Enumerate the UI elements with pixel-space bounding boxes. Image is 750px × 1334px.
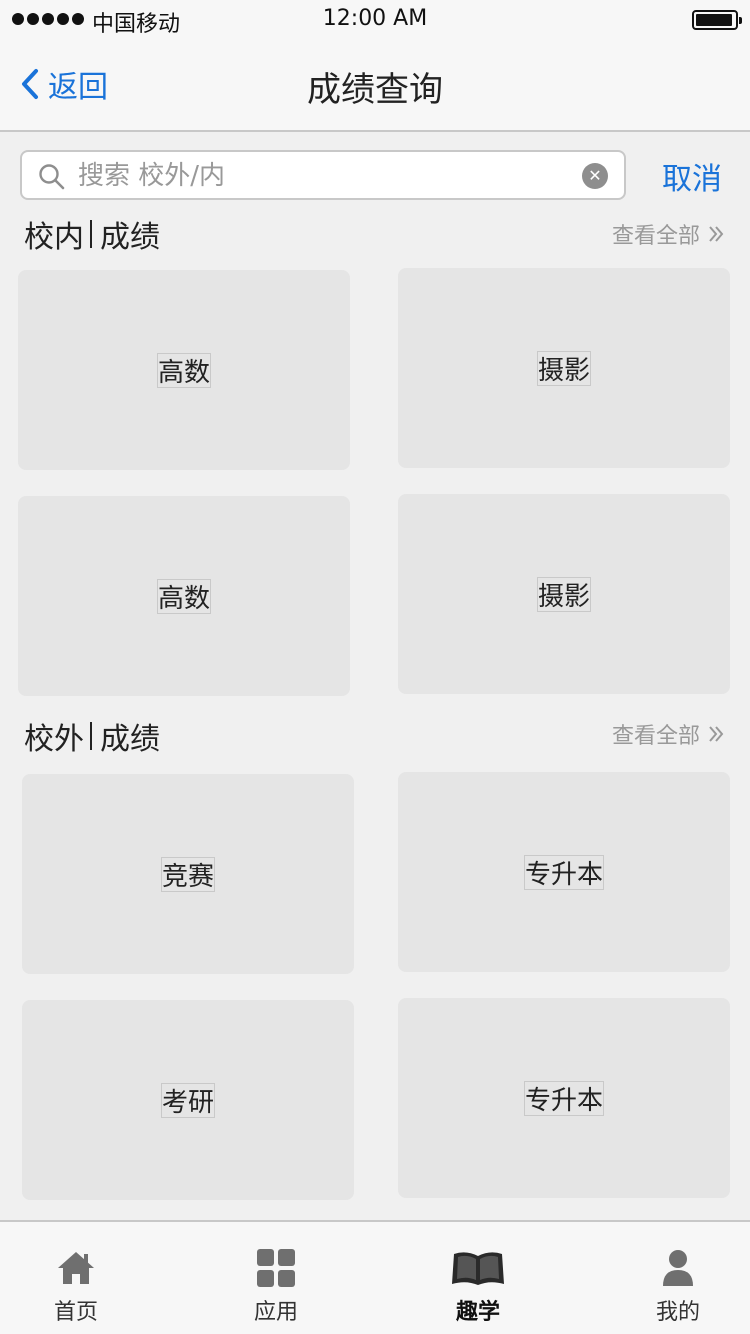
score-card-upgrade[interactable]: 专升本: [398, 772, 730, 972]
score-card-competition[interactable]: 竞赛: [22, 774, 354, 974]
tab-home[interactable]: 首页: [6, 1222, 146, 1334]
view-all-campus-link[interactable]: 查看全部: [612, 218, 724, 250]
section-title-part: 成绩: [100, 220, 160, 255]
card-label: 考研: [160, 1082, 216, 1119]
score-card-upgrade[interactable]: 专升本: [398, 998, 730, 1198]
section-title-external: 校外 成绩: [24, 714, 160, 758]
card-label: 专升本: [523, 1080, 605, 1117]
page-title: 成绩查询: [307, 70, 443, 110]
section-title-part: 校内: [24, 220, 84, 255]
title-divider: [90, 220, 92, 248]
tab-bar: 首页 应用 趣学 我的: [0, 1220, 750, 1334]
section-title-campus: 校内 成绩: [24, 212, 160, 256]
tab-learn[interactable]: 趣学: [408, 1222, 548, 1334]
cancel-button[interactable]: 取消: [662, 154, 722, 198]
card-label: 摄影: [536, 350, 592, 387]
clear-icon[interactable]: ✕: [582, 163, 608, 189]
tab-apps[interactable]: 应用: [206, 1222, 346, 1334]
grid-icon: [257, 1249, 295, 1287]
double-chevron-right-icon: [709, 726, 724, 742]
navigation-bar: 返回 成绩查询: [0, 40, 750, 132]
section-title-part: 校外: [24, 722, 84, 757]
search-icon: [39, 164, 65, 190]
score-card-photography[interactable]: 摄影: [398, 494, 730, 694]
score-card-postgraduate[interactable]: 考研: [22, 1000, 354, 1200]
card-label: 摄影: [536, 576, 592, 613]
search-box[interactable]: ✕: [20, 150, 626, 200]
home-icon: [58, 1252, 94, 1284]
card-label: 竞赛: [160, 856, 216, 893]
view-all-label: 查看全部: [612, 724, 701, 749]
tab-label: 趣学: [455, 1300, 500, 1325]
view-all-external-link[interactable]: 查看全部: [612, 718, 724, 750]
card-label: 高数: [156, 352, 212, 389]
card-label: 专升本: [523, 854, 605, 891]
status-time: 12:00 AM: [322, 6, 428, 31]
title-divider: [90, 722, 92, 750]
battery-icon: [692, 10, 742, 30]
user-icon: [663, 1250, 693, 1286]
status-bar: 中国移动 12:00 AM: [0, 0, 750, 40]
book-icon: [452, 1252, 504, 1285]
tab-label: 我的: [655, 1300, 700, 1325]
section-title-part: 成绩: [100, 722, 160, 757]
tab-label: 首页: [53, 1300, 98, 1325]
score-card-math[interactable]: 高数: [18, 270, 350, 470]
search-input[interactable]: [78, 158, 568, 194]
double-chevron-right-icon: [709, 226, 724, 242]
score-card-math[interactable]: 高数: [18, 496, 350, 696]
card-label: 高数: [156, 578, 212, 615]
score-card-photography[interactable]: 摄影: [398, 268, 730, 468]
tab-label: 应用: [253, 1300, 298, 1325]
tab-profile[interactable]: 我的: [608, 1222, 748, 1334]
view-all-label: 查看全部: [612, 224, 701, 249]
